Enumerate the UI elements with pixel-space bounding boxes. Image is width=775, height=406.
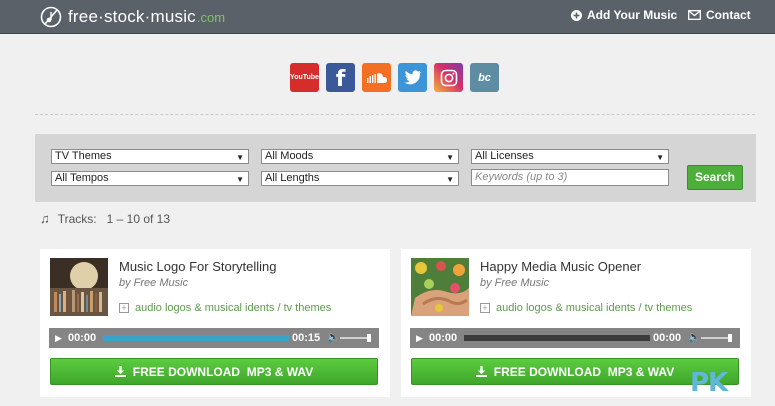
bandcamp-icon[interactable]: bc	[470, 63, 499, 92]
instagram-camera-glyph	[440, 69, 457, 86]
music-note-icon: ♫	[40, 211, 50, 226]
track-thumbnail[interactable]	[50, 258, 108, 316]
audio-player: ▶ 00:00 00:15 🔈	[49, 328, 379, 348]
tracks-label: Tracks:	[57, 211, 97, 226]
licenses-select[interactable]: All Licenses ▼	[471, 149, 669, 164]
expand-plus-icon[interactable]: +	[119, 303, 129, 313]
themes-select-value: TV Themes	[55, 150, 112, 162]
track-card: Music Logo For Storytelling by Free Musi…	[40, 249, 390, 397]
site-header: free·stock·music .com Add Your Music Cont…	[0, 0, 775, 34]
duration: 00:00	[653, 332, 682, 344]
moods-select-value: All Moods	[265, 150, 314, 162]
search-button[interactable]: Search	[687, 165, 743, 190]
lengths-select-value: All Lengths	[265, 172, 320, 184]
volume-slider[interactable]	[340, 337, 368, 339]
seek-bar[interactable]	[103, 335, 289, 341]
track-title[interactable]: Music Logo For Storytelling	[119, 259, 277, 274]
moods-select[interactable]: All Moods ▼	[261, 149, 459, 164]
free-download-label: FREE DOWNLOAD MP3 & WAV	[493, 364, 675, 379]
youtube-icon[interactable]: YouTube	[290, 63, 319, 92]
lengths-dropdown-arrow-icon: ▼	[446, 175, 454, 184]
track-title[interactable]: Happy Media Music Opener	[480, 259, 641, 274]
lengths-select[interactable]: All Lengths ▼	[261, 171, 459, 186]
volume-icon[interactable]: 🔈	[688, 332, 700, 343]
logo-text: free·stock·music	[68, 7, 196, 26]
themes-dropdown-arrow-icon: ▼	[236, 153, 244, 162]
moods-dropdown-arrow-icon: ▼	[446, 153, 454, 162]
free-download-label: FREE DOWNLOAD MP3 & WAV	[132, 364, 314, 379]
current-time: 00:00	[429, 332, 458, 344]
facebook-icon[interactable]: f	[326, 63, 355, 92]
logo-suffix: .com	[196, 9, 226, 25]
add-your-music-label: Add Your Music	[587, 8, 678, 22]
track-tags: + audio logos & musical idents / tv them…	[480, 302, 692, 314]
bandcamp-label: bc	[478, 71, 491, 84]
volume-knob[interactable]	[728, 334, 732, 342]
audio-player: ▶ 00:00 00:00 🔈	[410, 328, 740, 348]
duration: 00:15	[292, 332, 321, 344]
section-divider	[35, 114, 755, 115]
track-artist: by Free Music	[480, 277, 550, 289]
tempos-select-value: All Tempos	[55, 172, 109, 184]
track-artist: by Free Music	[119, 277, 189, 289]
track-tags: + audio logos & musical idents / tv them…	[119, 302, 331, 314]
tracks-summary: ♫ Tracks: 1 – 10 of 13	[40, 211, 170, 226]
logo-note-icon	[40, 6, 62, 28]
watermark-logo: PK	[690, 368, 728, 398]
add-your-music-link[interactable]: Add Your Music	[571, 8, 677, 22]
play-icon[interactable]: ▶	[416, 333, 423, 344]
contact-label: Contact	[706, 8, 751, 22]
filter-panel	[35, 134, 756, 202]
youtube-label: YouTube	[290, 74, 319, 81]
volume-icon[interactable]: 🔈	[327, 332, 339, 343]
track-thumbnail[interactable]	[411, 258, 469, 316]
envelope-icon	[688, 10, 701, 20]
download-icon	[475, 366, 487, 377]
track-tags-text[interactable]: audio logos & musical idents / tv themes	[135, 302, 331, 314]
themes-select[interactable]: TV Themes ▼	[51, 149, 249, 164]
current-time: 00:00	[68, 332, 97, 344]
plus-circle-icon	[571, 9, 582, 21]
facebook-label: f	[335, 67, 346, 92]
free-download-button[interactable]: FREE DOWNLOAD MP3 & WAV	[50, 358, 378, 385]
track-tags-text[interactable]: audio logos & musical idents / tv themes	[496, 302, 692, 314]
contact-link[interactable]: Contact	[688, 8, 751, 22]
licenses-dropdown-arrow-icon: ▼	[656, 153, 664, 162]
volume-slider[interactable]	[701, 337, 729, 339]
soundcloud-icon[interactable]	[362, 63, 391, 92]
tempos-dropdown-arrow-icon: ▼	[236, 175, 244, 184]
tracks-range: 1 – 10 of 13	[106, 211, 171, 226]
social-links: YouTube f bc	[290, 63, 506, 92]
twitter-icon[interactable]	[398, 63, 427, 92]
expand-plus-icon[interactable]: +	[480, 303, 490, 313]
keywords-placeholder: Keywords (up to 3)	[475, 171, 568, 183]
twitter-bird-glyph	[403, 70, 421, 85]
seek-bar[interactable]	[464, 335, 650, 341]
play-icon[interactable]: ▶	[55, 333, 62, 344]
download-icon	[114, 366, 126, 377]
tempos-select[interactable]: All Tempos ▼	[51, 171, 249, 186]
seek-progress	[103, 335, 289, 341]
keywords-input[interactable]: Keywords (up to 3)	[471, 169, 669, 186]
site-logo[interactable]: free·stock·music .com	[40, 5, 225, 29]
soundcloud-cloud-glyph	[366, 72, 387, 83]
volume-knob[interactable]	[367, 334, 371, 342]
licenses-select-value: All Licenses	[475, 150, 534, 162]
instagram-icon[interactable]	[434, 63, 463, 92]
